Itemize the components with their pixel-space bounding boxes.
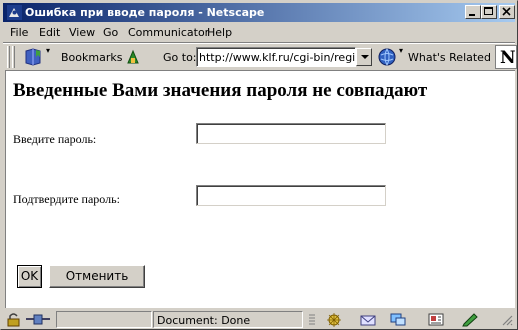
status-grip-icon — [309, 314, 315, 325]
close-icon — [502, 7, 511, 16]
menu-edit[interactable]: Edit — [39, 26, 60, 39]
resize-grip-icon[interactable] — [499, 312, 513, 327]
password-input[interactable] — [196, 123, 386, 144]
whats-related-button[interactable]: What's Related — [408, 51, 491, 64]
progress-cell — [56, 311, 152, 328]
page-proxy-icon[interactable] — [125, 49, 141, 65]
online-status-icon[interactable] — [24, 312, 52, 327]
menu-help[interactable]: Help — [207, 26, 232, 39]
menu-communicator[interactable]: Communicator — [128, 26, 209, 39]
url-dropdown-button[interactable] — [356, 48, 372, 66]
cancel-button[interactable]: Отменить — [49, 265, 145, 288]
address-book-icon[interactable] — [427, 312, 445, 327]
whats-related-icon[interactable] — [377, 47, 397, 67]
close-button[interactable] — [499, 5, 515, 19]
toolbar-grip[interactable] — [12, 46, 15, 68]
bookmarks-dropdown-icon: ▾ — [46, 46, 51, 55]
browser-window: Ошибка при вводе пароля - Netscape File … — [0, 0, 518, 330]
password-label: Введите пароль: — [13, 132, 97, 146]
menu-view[interactable]: View — [69, 26, 95, 39]
goto-label: Go to: — [163, 51, 197, 64]
status-message: Document: Done — [157, 314, 251, 327]
menu-bar: File Edit View Go Communicator Help — [3, 23, 515, 42]
netscape-app-icon — [7, 5, 22, 20]
security-lock-icon[interactable] — [5, 312, 23, 327]
page-content: Введенные Вами значения пароля не совпад… — [5, 70, 515, 308]
toolbar-grip[interactable] — [7, 46, 10, 68]
page-heading: Введенные Вами значения пароля не совпад… — [13, 80, 428, 101]
minimize-icon — [469, 14, 475, 16]
status-bar: Document: Done — [3, 310, 515, 328]
mail-icon[interactable] — [359, 312, 377, 327]
netscape-logo-letter: N — [500, 48, 516, 68]
related-dropdown-icon: ▾ — [399, 46, 404, 55]
newsgroups-icon[interactable] — [389, 312, 407, 327]
composer-icon[interactable] — [461, 312, 479, 327]
window-title: Ошибка при вводе пароля - Netscape — [25, 6, 265, 19]
url-input[interactable]: http://www.klf.ru/cgi-bin/registra — [196, 47, 356, 67]
bookmarks-button[interactable]: Bookmarks — [61, 51, 122, 64]
navigator-icon[interactable] — [325, 312, 343, 327]
ok-button[interactable]: OK — [17, 265, 42, 288]
menu-file[interactable]: File — [10, 26, 28, 39]
maximize-button[interactable] — [481, 5, 497, 19]
maximize-icon — [484, 7, 493, 15]
status-message-cell: Document: Done — [153, 311, 303, 328]
menu-go[interactable]: Go — [103, 26, 118, 39]
netscape-logo[interactable]: N — [495, 45, 517, 69]
location-toolbar: ▾ Bookmarks Go to: http://www.klf.ru/cgi… — [3, 44, 517, 70]
title-bar[interactable]: Ошибка при вводе пароля - Netscape — [3, 3, 515, 22]
minimize-button[interactable] — [465, 5, 481, 19]
confirm-password-label: Подтвердите пароль: — [13, 192, 120, 206]
confirm-password-input[interactable] — [196, 185, 386, 206]
bookmarks-icon[interactable] — [23, 47, 43, 67]
